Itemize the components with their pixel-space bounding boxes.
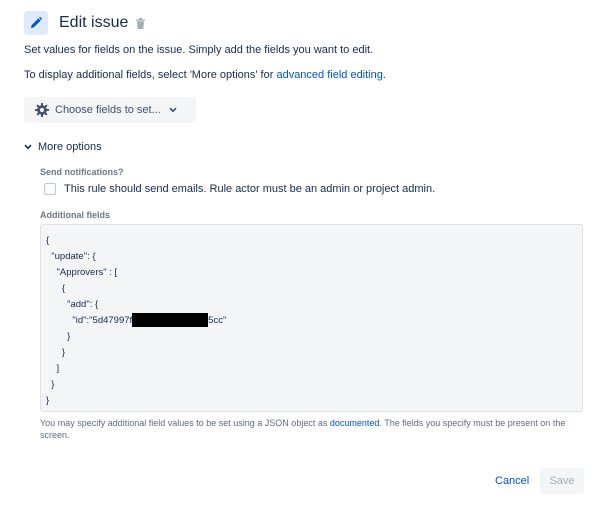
send-notifications-label: Send notifications? <box>40 167 124 177</box>
advanced-editing-suffix: . <box>382 69 386 81</box>
trash-icon[interactable] <box>136 17 146 29</box>
code-line: } <box>46 395 50 406</box>
code-line: } <box>46 331 71 342</box>
advanced-field-editing-link[interactable]: advanced field editing <box>276 69 382 81</box>
code-line: } <box>46 379 55 390</box>
code-line: "Approvers" : [ <box>46 267 118 278</box>
help-prefix: You may specify additional field values … <box>40 418 330 428</box>
chevron-down-icon <box>169 107 177 113</box>
advanced-editing-prefix: To display additional fields, select 'Mo… <box>24 69 277 81</box>
more-options-label: More options <box>38 141 102 153</box>
page-title: Edit issue <box>59 14 129 31</box>
code-line: { <box>46 283 66 294</box>
send-emails-row[interactable]: This rule should send emails. Rule actor… <box>44 183 435 195</box>
code-line: "id":"5d47997f <box>46 315 133 326</box>
json-code: { "update": { "Approvers" : [ { "add": {… <box>46 233 226 409</box>
code-line: "update": { <box>46 251 96 262</box>
save-button[interactable]: Save <box>540 468 584 494</box>
cancel-button[interactable]: Cancel <box>495 475 529 487</box>
description-text: Set values for fields on the issue. Simp… <box>24 44 374 56</box>
modal-header: Edit issue <box>24 10 146 36</box>
redaction-bar <box>132 313 209 328</box>
choose-fields-label: Choose fields to set... <box>55 104 161 116</box>
additional-fields-label: Additional fields <box>40 210 111 220</box>
send-emails-label: This rule should send emails. Rule actor… <box>64 183 436 195</box>
choose-fields-button[interactable]: Choose fields to set... <box>24 97 196 123</box>
code-line: } <box>46 347 66 358</box>
code-line: "add": { <box>46 299 99 310</box>
code-line: ] <box>46 363 60 374</box>
advanced-editing-text: To display additional fields, select 'Mo… <box>24 69 386 81</box>
code-line: { <box>46 235 50 246</box>
send-emails-checkbox[interactable] <box>44 183 56 195</box>
more-options-toggle[interactable]: More options <box>24 141 102 153</box>
pencil-icon <box>24 11 48 35</box>
code-line: 5cc" <box>208 315 227 326</box>
gear-icon <box>35 103 49 117</box>
chevron-down-icon <box>24 144 32 150</box>
help-text: You may specify additional field values … <box>40 417 585 441</box>
additional-fields-editor[interactable]: { "update": { "Approvers" : [ { "add": {… <box>40 224 583 412</box>
documented-link[interactable]: documented <box>330 418 380 428</box>
